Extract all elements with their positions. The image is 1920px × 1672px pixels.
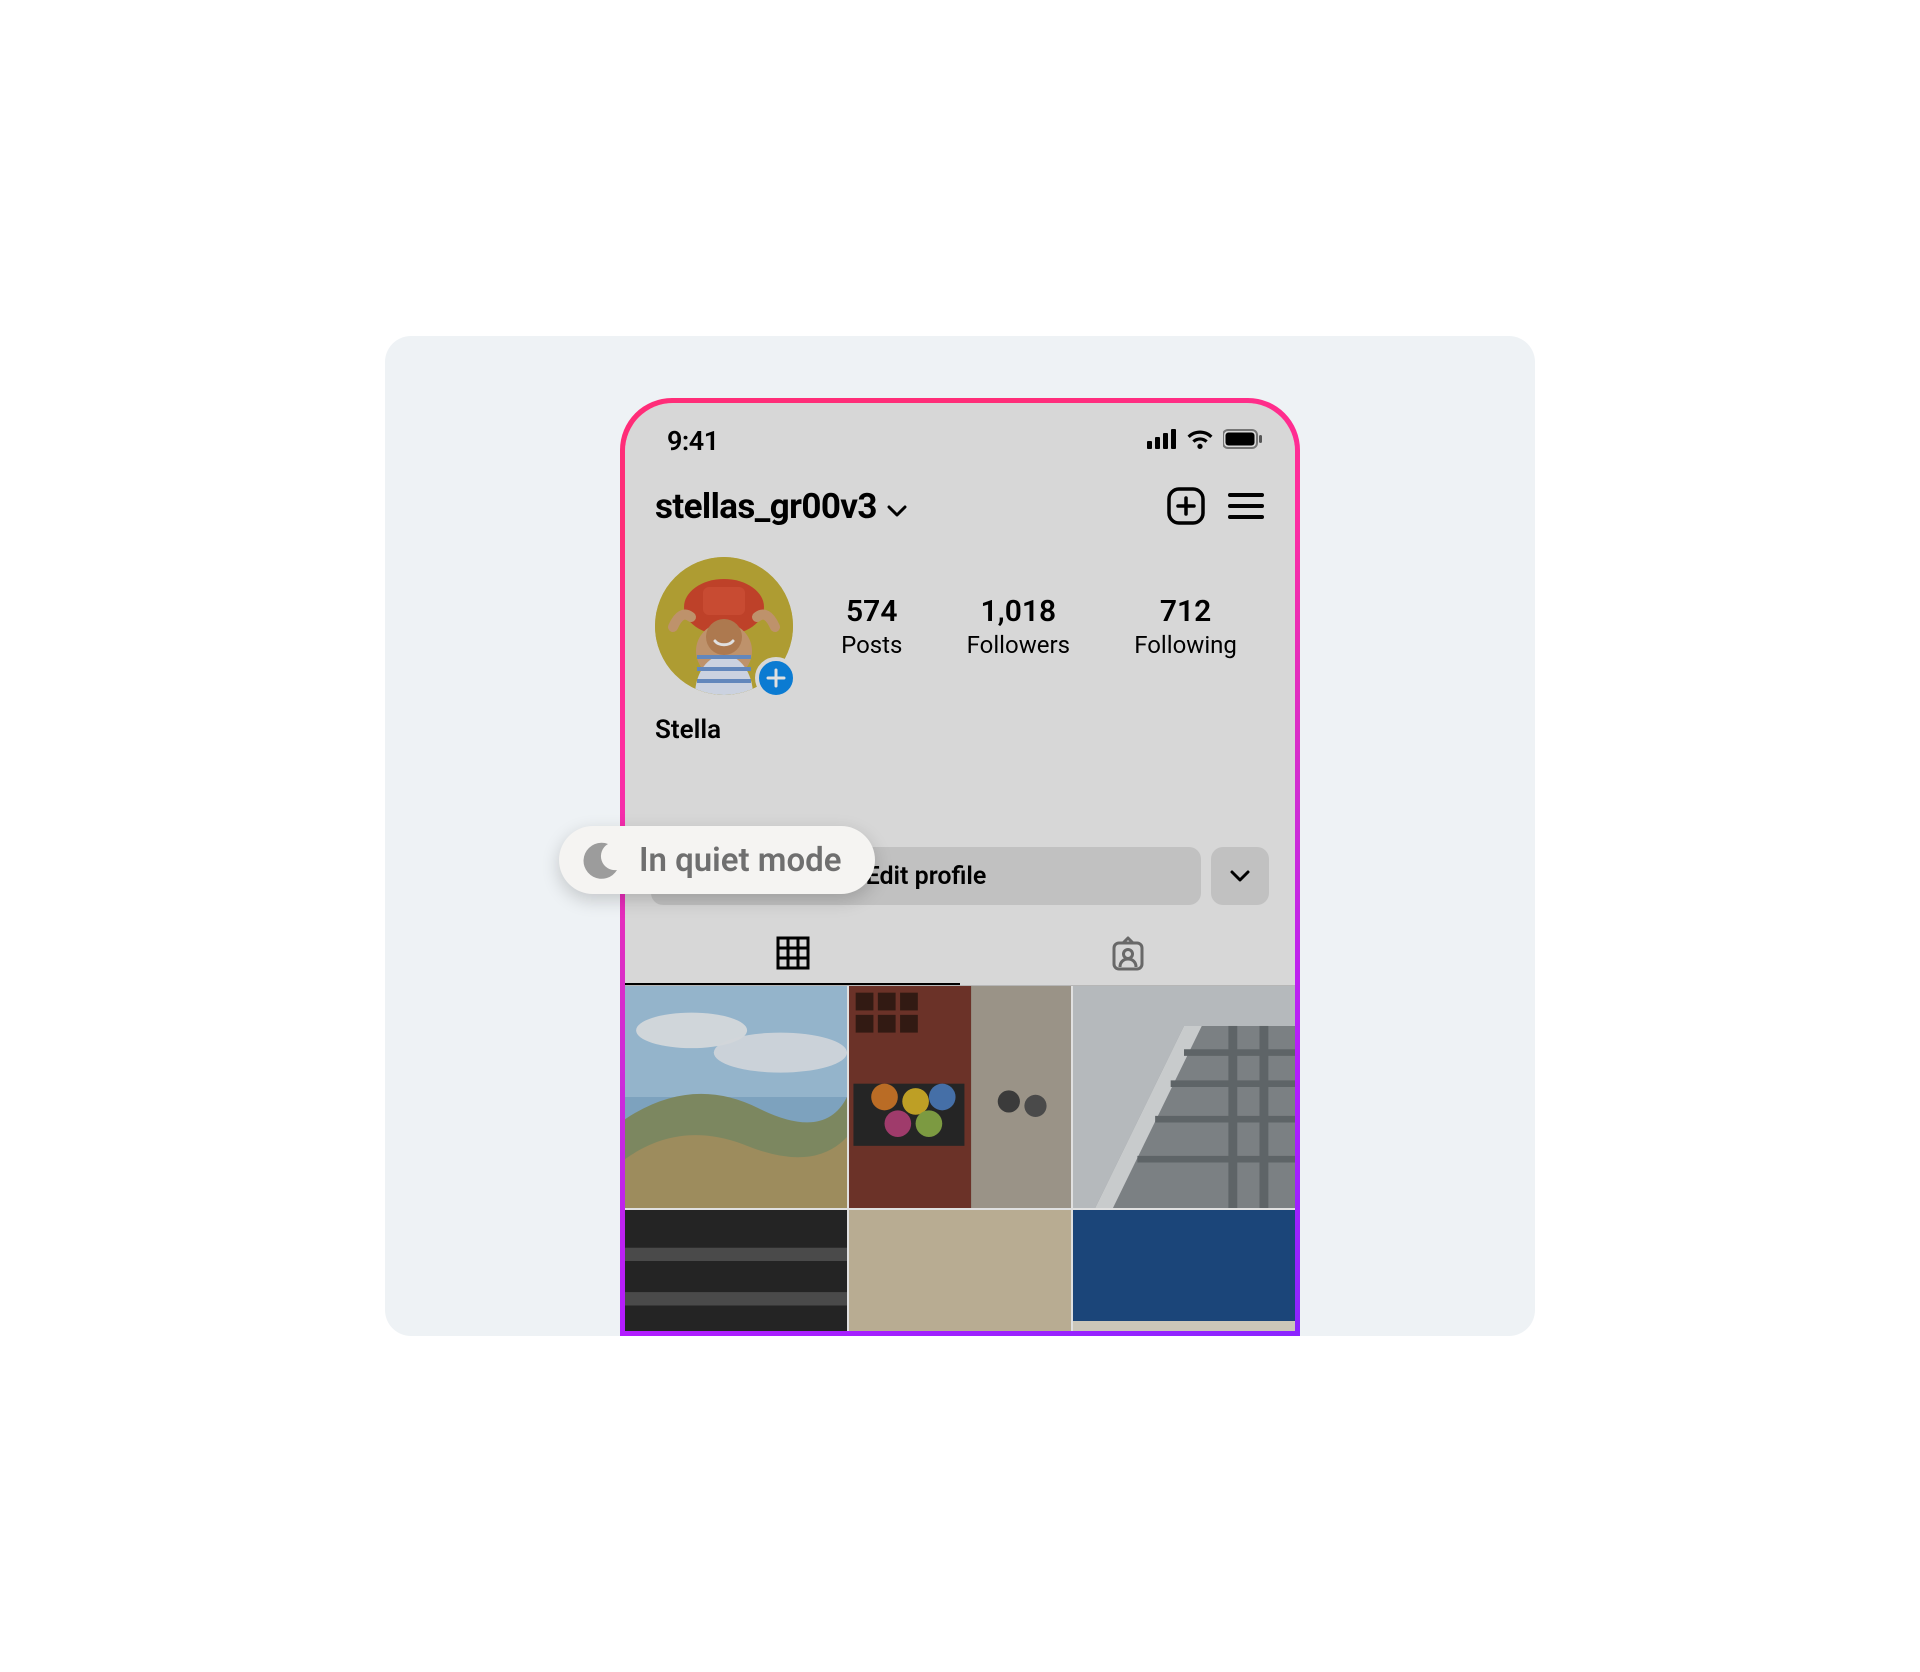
photo-grid (625, 986, 1295, 1331)
plus-icon (766, 668, 786, 688)
profile-tabs (625, 923, 1295, 986)
battery-icon (1223, 429, 1263, 453)
discover-people-button[interactable] (1211, 847, 1269, 905)
photo-tile[interactable] (849, 1210, 1071, 1331)
status-icons (1147, 429, 1263, 453)
profile-stats: 574 Posts 1,018 Followers 712 Following (809, 594, 1269, 659)
photo-tile[interactable] (1073, 986, 1295, 1208)
plus-square-icon (1166, 486, 1206, 526)
grid-tab[interactable] (625, 923, 960, 985)
tagged-tab[interactable] (960, 923, 1295, 985)
profile-header: stellas_gr00v3 (625, 465, 1295, 543)
username-switcher[interactable]: stellas_gr00v3 (655, 486, 907, 527)
following-stat[interactable]: 712 Following (1134, 594, 1237, 659)
menu-button[interactable] (1223, 483, 1269, 529)
wifi-icon (1186, 429, 1214, 453)
photo-tile[interactable] (849, 986, 1071, 1208)
moon-icon (579, 838, 623, 882)
following-count: 712 (1134, 594, 1237, 629)
quiet-mode-spacer (625, 747, 1295, 837)
username-label: stellas_gr00v3 (655, 486, 877, 527)
chevron-down-icon (1229, 869, 1251, 883)
cellular-signal-icon (1147, 429, 1177, 453)
followers-label: Followers (967, 631, 1070, 659)
followers-count: 1,018 (967, 594, 1070, 629)
grid-icon (776, 936, 810, 970)
posts-stat[interactable]: 574 Posts (841, 594, 902, 659)
photo-tile[interactable] (625, 1210, 847, 1331)
photo-tile[interactable] (1073, 1210, 1295, 1331)
chevron-down-icon (887, 486, 907, 527)
followers-stat[interactable]: 1,018 Followers (967, 594, 1070, 659)
hamburger-menu-icon (1228, 492, 1264, 520)
display-name: Stella (625, 701, 1295, 747)
avatar[interactable] (655, 557, 793, 695)
tagged-icon (1109, 935, 1147, 973)
edit-profile-label: Edit profile (866, 862, 987, 891)
posts-label: Posts (841, 631, 902, 659)
status-time: 9:41 (667, 425, 719, 457)
following-label: Following (1134, 631, 1237, 659)
photo-tile[interactable] (625, 986, 847, 1208)
create-post-button[interactable] (1163, 483, 1209, 529)
posts-count: 574 (841, 594, 902, 629)
add-story-button[interactable] (755, 657, 797, 699)
status-bar: 9:41 (625, 403, 1295, 465)
quiet-mode-label: In quiet mode (639, 841, 841, 880)
quiet-mode-badge[interactable]: In quiet mode (559, 826, 875, 894)
profile-stats-row: 574 Posts 1,018 Followers 712 Following (625, 543, 1295, 701)
screenshot-card: 9:41 (385, 336, 1535, 1336)
